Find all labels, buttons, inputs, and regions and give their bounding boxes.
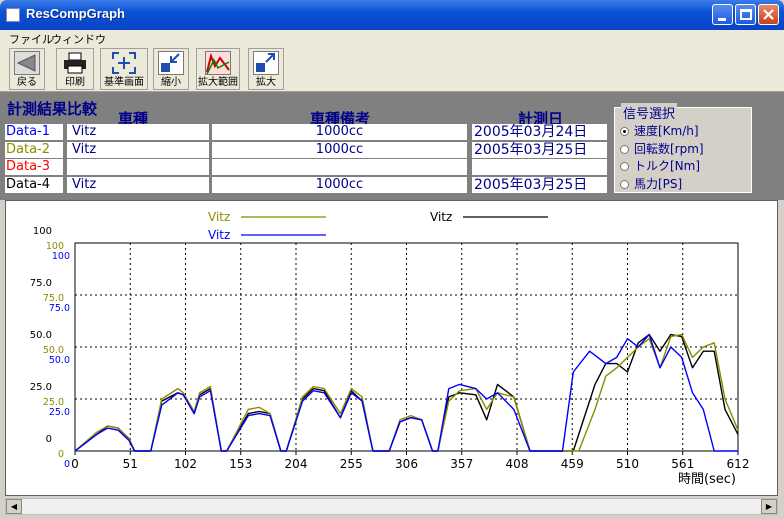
crosshair-icon (111, 51, 137, 75)
y-tick-label: 100 (33, 226, 52, 237)
minimize-button[interactable] (712, 4, 733, 25)
signal-select-title: 信号選択 (621, 103, 678, 122)
row-label: Data-3 (5, 159, 63, 175)
chart-area: 0 51 102 153 204 255 306 357 408 459 510 561 612 100 7… (5, 200, 778, 496)
row-date (472, 159, 607, 175)
signal-option-label: トルク[Nm] (634, 159, 701, 173)
row-model: Vitz (67, 124, 209, 140)
close-button[interactable] (758, 4, 779, 25)
y-tick-label: 75.0 (30, 278, 52, 289)
shrink-label: 縮小 (161, 77, 181, 88)
zoom-label: 拡大 (256, 77, 276, 88)
row-date: 2005年03月25日 (472, 177, 607, 193)
panel-title: 計測結果比較 (7, 100, 98, 118)
back-button[interactable]: 戻る (9, 48, 45, 90)
x-tick-label: 153 (229, 457, 252, 471)
y-tick-label: 25.0 (49, 407, 70, 418)
x-axis-label: 時間(sec) (678, 472, 736, 487)
legend-label: Vitz (208, 228, 230, 242)
zoom-range-label: 拡大範囲 (198, 77, 238, 88)
zoom-range-icon (205, 51, 231, 75)
row-model (67, 159, 209, 175)
y-tick-label: 0 (46, 434, 52, 445)
radio-button[interactable] (620, 127, 629, 136)
base-view-button[interactable]: 基準画面 (100, 48, 148, 90)
title-bar[interactable]: ResCompGraph (0, 0, 784, 30)
x-tick-label: 255 (340, 457, 363, 471)
app-icon (6, 8, 20, 22)
signal-option[interactable]: 速度[Km/h] (620, 122, 699, 139)
y-tick-label: 75.0 (49, 303, 70, 314)
back-label: 戻る (17, 77, 37, 88)
menu-file[interactable]: ファイル (9, 31, 53, 47)
base-view-label: 基準画面 (104, 77, 144, 88)
toolbar: 戻る 印刷 基準画面 縮小 拡大範囲 拡大 (0, 46, 784, 92)
signal-option-label: 馬力[PS] (634, 177, 683, 191)
row-date: 2005年03月24日 (472, 124, 607, 140)
x-tick-label: 51 (123, 457, 138, 471)
scroll-right-button[interactable]: ▶ (761, 499, 777, 514)
back-icon (14, 51, 40, 75)
signal-option[interactable]: 馬力[PS] (620, 175, 682, 192)
signal-option[interactable]: トルク[Nm] (620, 157, 700, 174)
menu-window[interactable]: ウィンドウ (51, 31, 106, 47)
x-tick-label: 561 (671, 457, 694, 471)
shrink-button[interactable]: 縮小 (153, 48, 189, 90)
row-model: Vitz (67, 142, 209, 158)
row-note: 1000cc (212, 124, 467, 140)
row-model: Vitz (67, 177, 209, 193)
zoom-range-button[interactable]: 拡大範囲 (196, 48, 240, 90)
line-chart: 0 51 102 153 204 255 306 357 408 459 510 561 612 100 7… (30, 210, 750, 487)
y-tick-label: 50.0 (49, 355, 70, 366)
signal-option-label: 回転数[rpm] (634, 142, 704, 156)
horizontal-scrollbar[interactable]: ◀ ▶ (5, 498, 778, 515)
window-title: ResCompGraph (26, 6, 125, 21)
menu-bar: ファイル ウィンドウ (0, 30, 784, 46)
row-note: 1000cc (212, 177, 467, 193)
x-tick-label: 612 (727, 457, 750, 471)
x-tick-label: 102 (174, 457, 197, 471)
x-tick-label: 510 (616, 457, 639, 471)
close-icon (763, 9, 774, 20)
row-note: 1000cc (212, 142, 467, 158)
shrink-icon (158, 51, 184, 75)
row-label: Data-1 (5, 124, 63, 140)
x-tick-label: 204 (285, 457, 308, 471)
y-tick-label: 50.0 (30, 330, 52, 341)
signal-option-label: 速度[Km/h] (634, 124, 699, 138)
x-tick-label: 357 (450, 457, 473, 471)
row-date: 2005年03月25日 (472, 142, 607, 158)
scroll-left-button[interactable]: ◀ (6, 499, 22, 514)
radio-button[interactable] (620, 145, 629, 154)
x-tick-label: 306 (395, 457, 418, 471)
zoom-button[interactable]: 拡大 (248, 48, 284, 90)
y-tick-label: 0 (64, 459, 70, 470)
y-tick-label: 100 (52, 251, 70, 262)
row-label: Data-4 (5, 177, 63, 193)
row-label: Data-2 (5, 142, 63, 158)
signal-option[interactable]: 回転数[rpm] (620, 140, 704, 157)
maximize-button[interactable] (735, 4, 756, 25)
print-label: 印刷 (65, 77, 85, 88)
x-tick-label: 459 (561, 457, 584, 471)
legend-label: Vitz (430, 210, 452, 224)
radio-button[interactable] (620, 162, 629, 171)
printer-icon (62, 51, 88, 75)
y-tick-label: 25.0 (30, 382, 52, 393)
zoom-icon (253, 51, 279, 75)
x-tick-label: 0 (71, 457, 79, 471)
x-tick-label: 408 (506, 457, 529, 471)
legend-label: Vitz (208, 210, 230, 224)
row-note (212, 159, 467, 175)
print-button[interactable]: 印刷 (56, 48, 94, 90)
radio-button[interactable] (620, 180, 629, 189)
